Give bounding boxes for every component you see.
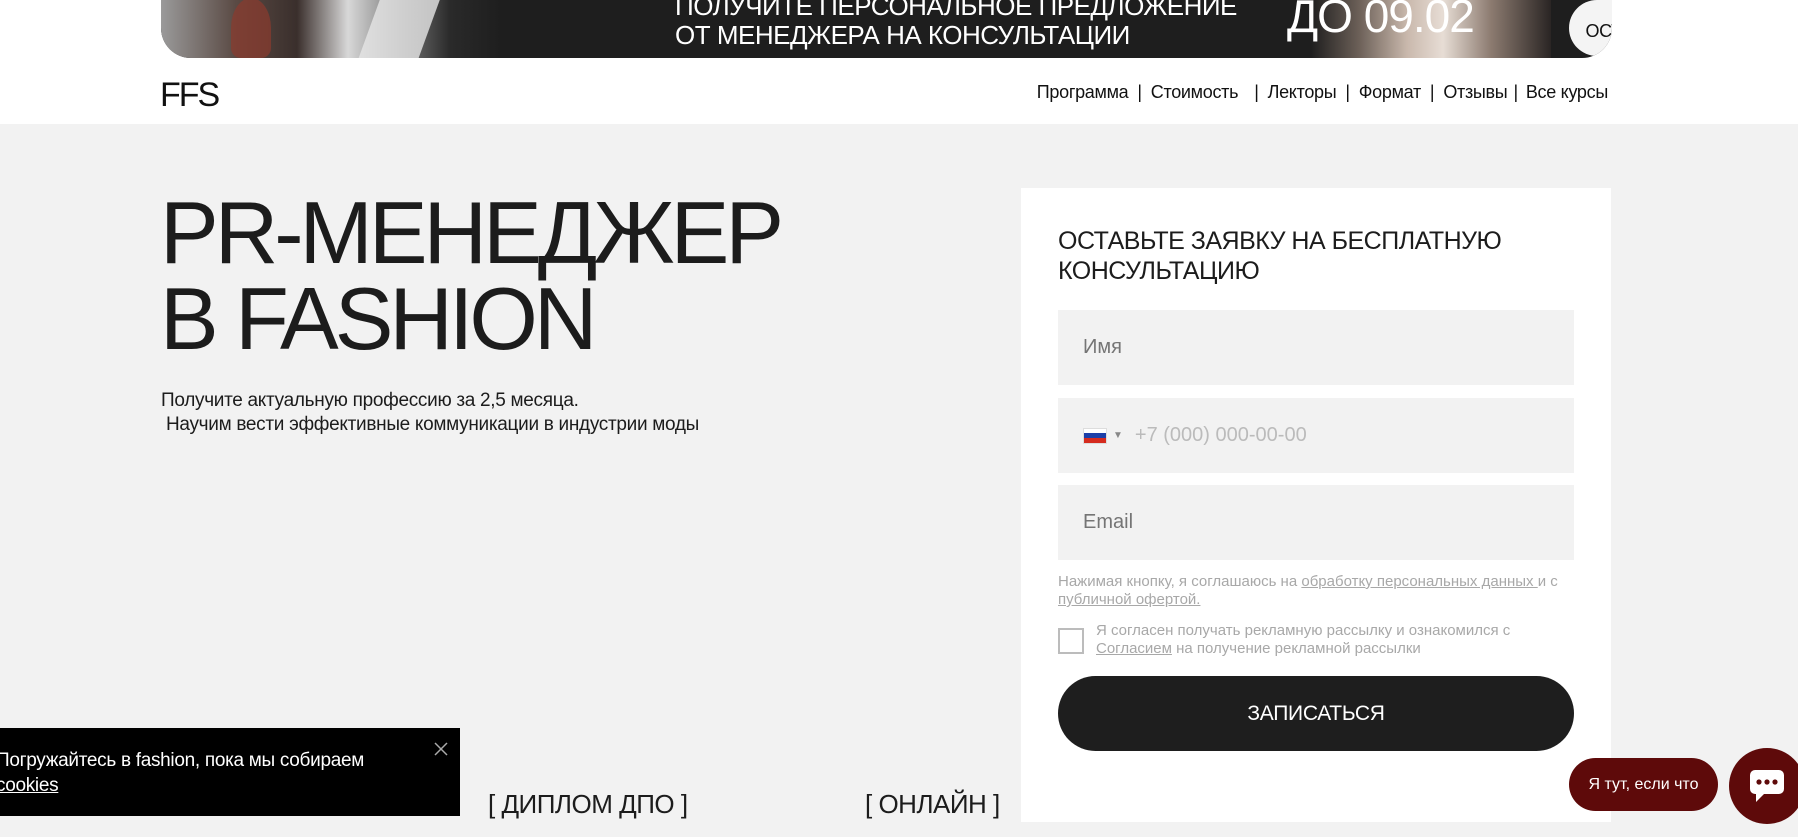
nav-separator: | bbox=[1513, 82, 1518, 102]
phone-field[interactable]: ▼ +7 (000) 000-00-00 bbox=[1058, 398, 1574, 473]
nav-separator: | bbox=[1345, 82, 1350, 102]
logo[interactable]: FFS bbox=[160, 76, 220, 115]
header-area: ПОЛУЧИТЕ ПЕРСОНАЛЬНОЕ ПРЕДЛОЖЕНИЕ ОТ МЕН… bbox=[0, 0, 1798, 124]
tag-online: [ ОНЛАЙН ] bbox=[865, 789, 1000, 819]
main-nav: Программа | Стоимость | Лекторы | Формат… bbox=[1037, 82, 1609, 103]
hero-subtitle-line-2: Научим вести эффективные коммуникации в … bbox=[166, 414, 700, 435]
page-title-line-1: PR-МЕНЕДЖЕР bbox=[160, 183, 784, 282]
nav-separator: | bbox=[1254, 82, 1259, 102]
consent-prefix: Нажимая кнопку, я соглашаюсь на bbox=[1058, 573, 1302, 590]
form-title: ОСТАВЬТЕ ЗАЯВКУ НА БЕСПЛАТНУЮ КОНСУЛЬТАЦ… bbox=[1058, 227, 1502, 285]
hero-subtitle: Получите актуальную профессию за 2,5 мес… bbox=[161, 389, 699, 437]
submit-button[interactable]: ЗАПИСАТЬСЯ bbox=[1058, 676, 1574, 751]
cookie-message: Погружайтесь в fashion, пока мы собираем bbox=[0, 750, 365, 771]
checkbox-prefix: Я согласен получать рекламную рассылку и… bbox=[1096, 622, 1511, 639]
nav-item-price[interactable]: Стоимость bbox=[1151, 82, 1239, 103]
checkbox-suffix: на получение рекламной рассылки bbox=[1171, 640, 1421, 657]
banner-line-2: ОТ МЕНЕДЖЕРА НА КОНСУЛЬТАЦИИ bbox=[675, 20, 1130, 50]
nav-separator: | bbox=[1429, 82, 1435, 102]
consent-mid: и с bbox=[1537, 573, 1558, 590]
chevron-down-icon[interactable]: ▼ bbox=[1113, 430, 1123, 441]
agreement-link[interactable]: Согласием bbox=[1096, 640, 1172, 657]
email-field[interactable] bbox=[1058, 485, 1574, 560]
chat-prompt-button[interactable]: Я тут, если что bbox=[1569, 758, 1718, 811]
banner-headline: ПОЛУЧИТЕ ПЕРСОНАЛЬНОЕ ПРЕДЛОЖЕНИЕ ОТ МЕН… bbox=[675, 0, 1237, 50]
page-title-line-2: В FASHION bbox=[160, 269, 597, 368]
personal-data-link[interactable]: обработку персональных данных bbox=[1301, 573, 1537, 590]
nav-item-all-courses[interactable]: Все курсы bbox=[1526, 82, 1608, 103]
russia-flag-icon[interactable] bbox=[1083, 427, 1107, 444]
consultation-form: ОСТАВЬТЕ ЗАЯВКУ НА БЕСПЛАТНУЮ КОНСУЛЬТАЦ… bbox=[1021, 188, 1611, 822]
nav-separator: | bbox=[1137, 82, 1142, 102]
cookie-banner: Погружайтесь в fashion, пока мы собираем… bbox=[0, 728, 460, 816]
phone-placeholder: +7 (000) 000-00-00 bbox=[1134, 424, 1307, 446]
close-icon[interactable] bbox=[432, 740, 450, 758]
nav-item-reviews[interactable]: Отзывы bbox=[1443, 82, 1507, 103]
nav-item-lecturers[interactable]: Лекторы bbox=[1268, 82, 1337, 103]
banner-photo-left bbox=[161, 0, 501, 58]
name-field[interactable] bbox=[1058, 310, 1574, 385]
cookie-text: Погружайтесь в fashion, пока мы собираем… bbox=[0, 748, 416, 798]
chat-bubble-icon bbox=[1750, 770, 1784, 802]
marketing-consent-text: Я согласен получать рекламную рассылку и… bbox=[1096, 622, 1536, 658]
public-offer-link[interactable]: публичной офертой. bbox=[1058, 591, 1200, 608]
marketing-consent-checkbox[interactable] bbox=[1058, 628, 1084, 654]
hero-subtitle-line-1: Получите актуальную профессию за 2,5 мес… bbox=[161, 390, 579, 411]
nav-item-format[interactable]: Формат bbox=[1359, 82, 1421, 103]
nav-item-program[interactable]: Программа bbox=[1037, 82, 1129, 103]
banner-deadline: ДО 09.02 bbox=[1287, 0, 1475, 42]
banner-line-1: ПОЛУЧИТЕ ПЕРСОНАЛЬНОЕ ПРЕДЛОЖЕНИЕ bbox=[675, 0, 1237, 21]
page-title: PR-МЕНЕДЖЕР В FASHION bbox=[160, 183, 784, 368]
promo-banner[interactable]: ПОЛУЧИТЕ ПЕРСОНАЛЬНОЕ ПРЕДЛОЖЕНИЕ ОТ МЕН… bbox=[161, 0, 1612, 58]
leave-request-button[interactable]: ОСТАВИТЬ ЗАЯВКУ bbox=[1569, 0, 1612, 56]
consent-text: Нажимая кнопку, я соглашаюсь на обработк… bbox=[1058, 573, 1578, 609]
tag-diploma: [ ДИПЛОМ ДПО ] bbox=[488, 789, 688, 819]
cookies-link[interactable]: cookies bbox=[0, 775, 59, 796]
chat-button[interactable] bbox=[1729, 748, 1798, 824]
